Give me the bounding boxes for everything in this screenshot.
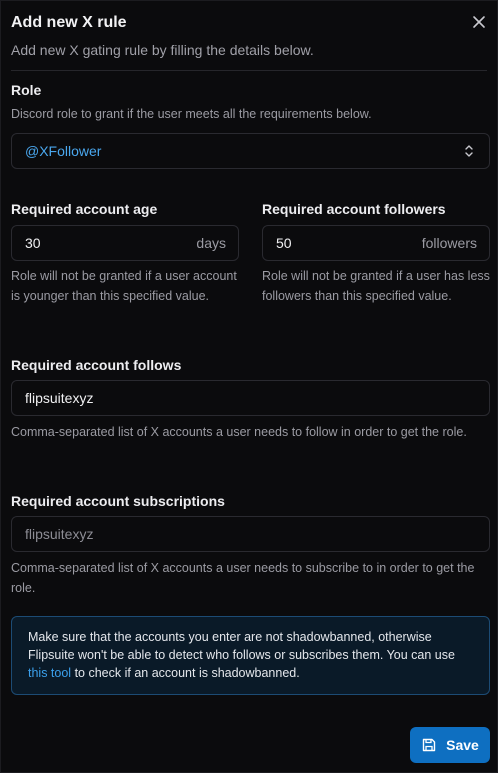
- save-icon: [422, 738, 436, 752]
- add-x-rule-dialog: Add new X rule Add new X gating rule by …: [0, 0, 498, 773]
- role-select[interactable]: @XFollower: [11, 133, 490, 169]
- dialog-subtitle: Add new X gating rule by filling the det…: [11, 42, 314, 58]
- close-icon[interactable]: [471, 14, 487, 30]
- notice-text-before: Make sure that the accounts you enter ar…: [28, 630, 455, 662]
- role-select-value: @XFollower: [25, 143, 102, 159]
- account-age-label: Required account age: [11, 201, 158, 217]
- account-follows-value: flipsuitexyz: [25, 390, 94, 406]
- role-label: Role: [11, 82, 42, 98]
- account-age-help: Role will not be granted if a user accou…: [11, 269, 237, 303]
- account-subscriptions-placeholder: flipsuitexyz: [25, 526, 94, 542]
- account-age-unit: days: [196, 235, 226, 251]
- account-age-input[interactable]: 30 days: [11, 225, 239, 261]
- save-button[interactable]: Save: [410, 727, 490, 763]
- account-subscriptions-label: Required account subscriptions: [11, 493, 225, 509]
- shadowban-notice: Make sure that the accounts you enter ar…: [11, 616, 490, 695]
- account-subscriptions-input[interactable]: flipsuitexyz: [11, 516, 490, 552]
- account-followers-unit: followers: [421, 235, 477, 251]
- notice-text-after: to check if an account is shadowbanned.: [71, 666, 300, 680]
- header-divider: [11, 70, 487, 71]
- save-button-label: Save: [446, 737, 479, 753]
- account-followers-help: Role will not be granted if a user has l…: [262, 269, 490, 303]
- account-follows-input[interactable]: flipsuitexyz: [11, 380, 490, 416]
- account-followers-label: Required account followers: [262, 201, 446, 217]
- account-follows-label: Required account follows: [11, 357, 182, 373]
- dialog-title: Add new X rule: [11, 14, 127, 31]
- account-followers-value: 50: [276, 235, 292, 251]
- account-followers-input[interactable]: 50 followers: [262, 225, 490, 261]
- this-tool-link[interactable]: this tool: [28, 666, 71, 680]
- chevron-up-down-icon: [465, 145, 473, 157]
- account-subscriptions-help: Comma-separated list of X accounts a use…: [11, 561, 475, 595]
- role-help: Discord role to grant if the user meets …: [11, 107, 372, 121]
- account-age-value: 30: [25, 235, 41, 251]
- account-follows-help: Comma-separated list of X accounts a use…: [11, 425, 467, 439]
